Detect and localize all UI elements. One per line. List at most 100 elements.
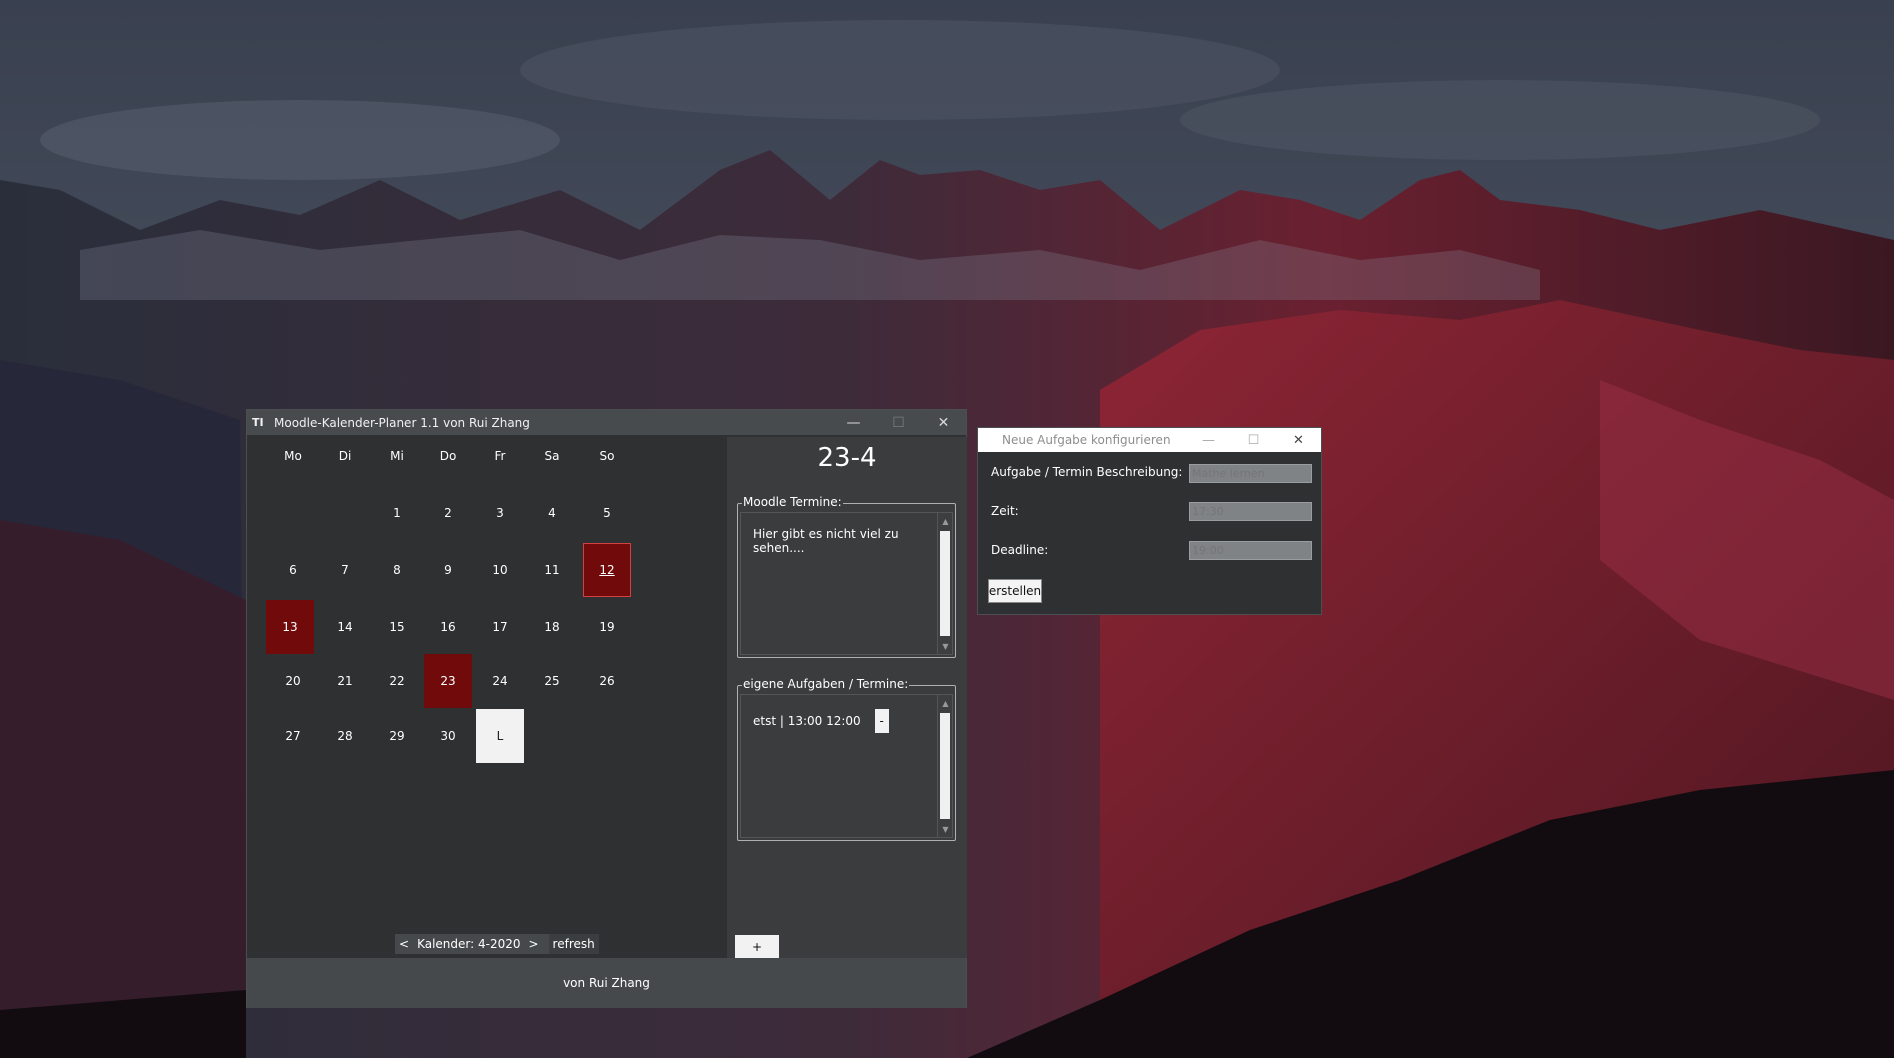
tasks-list[interactable]: etst | 13:00 12:00 - ▲ ▼ (740, 694, 953, 838)
time-input[interactable] (1189, 502, 1312, 521)
day-number: 29 (389, 729, 405, 743)
day-number: 1 (393, 506, 401, 520)
description-label: Aufgabe / Termin Beschreibung: (991, 465, 1183, 479)
scroll-down-icon[interactable]: ▼ (938, 821, 953, 837)
calendar-day[interactable]: 25 (528, 654, 576, 708)
close-icon[interactable]: ✕ (921, 410, 966, 435)
calendar-day[interactable]: 22 (373, 654, 421, 708)
weekday-header: Mi (390, 449, 404, 463)
calendar-day[interactable]: 18 (528, 600, 576, 654)
footer: von Rui Zhang (247, 958, 966, 1008)
main-title-bar[interactable]: TI Moodle-Kalender-Planer 1.1 von Rui Zh… (247, 410, 966, 435)
delete-task-button[interactable]: - (874, 709, 889, 733)
day-number: L (496, 729, 504, 743)
side-panel: 23-4 Moodle Termine: Hier gibt es nicht … (727, 437, 967, 959)
day-number: 24 (492, 674, 508, 688)
scrollbar-thumb[interactable] (940, 713, 950, 819)
minimize-icon[interactable]: — (831, 410, 876, 435)
calendar-day[interactable]: 1 (373, 486, 421, 540)
tasks-scrollbar[interactable]: ▲ ▼ (937, 695, 952, 837)
day-number: 26 (599, 674, 615, 688)
calendar-day[interactable]: 23 (424, 654, 472, 708)
calendar-day[interactable]: 16 (424, 600, 472, 654)
deadline-label: Deadline: (991, 543, 1049, 557)
moodle-scrollbar[interactable]: ▲ ▼ (937, 513, 952, 654)
day-number: 20 (285, 674, 301, 688)
moodle-list[interactable]: Hier gibt es nicht viel zu sehen.... ▲ ▼ (740, 512, 953, 655)
day-number: 13 (282, 620, 298, 634)
calendar-day[interactable]: 29 (373, 709, 421, 763)
calendar-nav: < Kalender: 4-2020 > refresh (395, 934, 599, 954)
day-number: 27 (285, 729, 301, 743)
dialog-title-bar[interactable]: Neue Aufgabe konfigurieren — ☐ ✕ (978, 428, 1321, 452)
dialog-title: Neue Aufgabe konfigurieren (1002, 433, 1171, 447)
day-number: 22 (389, 674, 405, 688)
day-number: 21 (337, 674, 353, 688)
calendar-day[interactable]: 13 (266, 600, 314, 654)
weekday-header: Mo (284, 449, 302, 463)
day-number: 17 (492, 620, 508, 634)
calendar-day[interactable]: 3 (476, 486, 524, 540)
calendar-day[interactable]: 11 (528, 543, 576, 597)
day-number: 23 (440, 674, 456, 688)
scroll-up-icon[interactable]: ▲ (938, 695, 953, 711)
day-number: 3 (496, 506, 504, 520)
add-task-button[interactable]: + (735, 935, 779, 959)
calendar-day[interactable]: 6 (269, 543, 317, 597)
day-number: 19 (599, 620, 615, 634)
description-input[interactable] (1189, 464, 1312, 483)
weekday-header: Fr (494, 449, 506, 463)
day-number: 12 (599, 563, 615, 577)
calendar-day[interactable]: 2 (424, 486, 472, 540)
calendar-day[interactable]: 21 (321, 654, 369, 708)
eigene-aufgaben-group: eigene Aufgaben / Termine: etst | 13:00 … (737, 677, 956, 841)
calendar-today-cell[interactable]: L (476, 709, 524, 763)
deadline-input[interactable] (1189, 541, 1312, 560)
day-number: 10 (492, 563, 508, 577)
calendar-day[interactable]: 27 (269, 709, 317, 763)
prev-month-button[interactable]: < (395, 937, 413, 951)
moodle-termine-group: Moodle Termine: Hier gibt es nicht viel … (737, 495, 956, 658)
create-button[interactable]: erstellen (988, 579, 1042, 603)
day-number: 7 (341, 563, 349, 577)
calendar-month-label: Kalender: 4-2020 (417, 937, 521, 951)
scroll-down-icon[interactable]: ▼ (938, 638, 953, 654)
app-icon: TI (252, 416, 264, 429)
selected-day-label: 23-4 (817, 443, 877, 473)
close-icon[interactable]: ✕ (1276, 428, 1321, 452)
calendar-day[interactable]: 9 (424, 543, 472, 597)
calendar-day[interactable]: 15 (373, 600, 421, 654)
scrollbar-thumb[interactable] (940, 531, 950, 636)
moodle-group-title: Moodle Termine: (742, 495, 843, 509)
day-number: 5 (603, 506, 611, 520)
calendar-day[interactable]: 10 (476, 543, 524, 597)
minimize-icon[interactable]: — (1186, 428, 1231, 452)
next-month-button[interactable]: > (524, 937, 542, 951)
task-text: etst | 13:00 12:00 (753, 714, 861, 728)
maximize-icon[interactable]: ☐ (1231, 428, 1276, 452)
calendar-day[interactable]: 12 (583, 543, 631, 597)
calendar-day[interactable]: 4 (528, 486, 576, 540)
day-number: 15 (389, 620, 405, 634)
calendar-day[interactable]: 5 (583, 486, 631, 540)
calendar-day[interactable]: 17 (476, 600, 524, 654)
task-row: etst | 13:00 12:00 - (753, 709, 889, 733)
calendar-day[interactable]: 14 (321, 600, 369, 654)
calendar-day[interactable]: 7 (321, 543, 369, 597)
main-window: TI Moodle-Kalender-Planer 1.1 von Rui Zh… (246, 409, 967, 1008)
calendar-day[interactable]: 30 (424, 709, 472, 763)
calendar-grid: Mo Di Mi Do Fr Sa So 1 2 3 4 5 6 7 8 9 10 11 12 13 14 15 16 17 1… (248, 437, 727, 958)
tasks-group-title: eigene Aufgaben / Termine: (742, 677, 910, 691)
calendar-day[interactable]: 28 (321, 709, 369, 763)
calendar-day[interactable]: 26 (583, 654, 631, 708)
refresh-button[interactable]: refresh (548, 934, 599, 954)
calendar-day[interactable]: 8 (373, 543, 421, 597)
maximize-icon[interactable]: ☐ (876, 410, 921, 435)
calendar-day[interactable]: 19 (583, 600, 631, 654)
day-number: 8 (393, 563, 401, 577)
calendar-day[interactable]: 20 (269, 654, 317, 708)
scroll-up-icon[interactable]: ▲ (938, 513, 953, 529)
time-label: Zeit: (991, 504, 1019, 518)
window-title: Moodle-Kalender-Planer 1.1 von Rui Zhang (274, 415, 530, 430)
calendar-day[interactable]: 24 (476, 654, 524, 708)
